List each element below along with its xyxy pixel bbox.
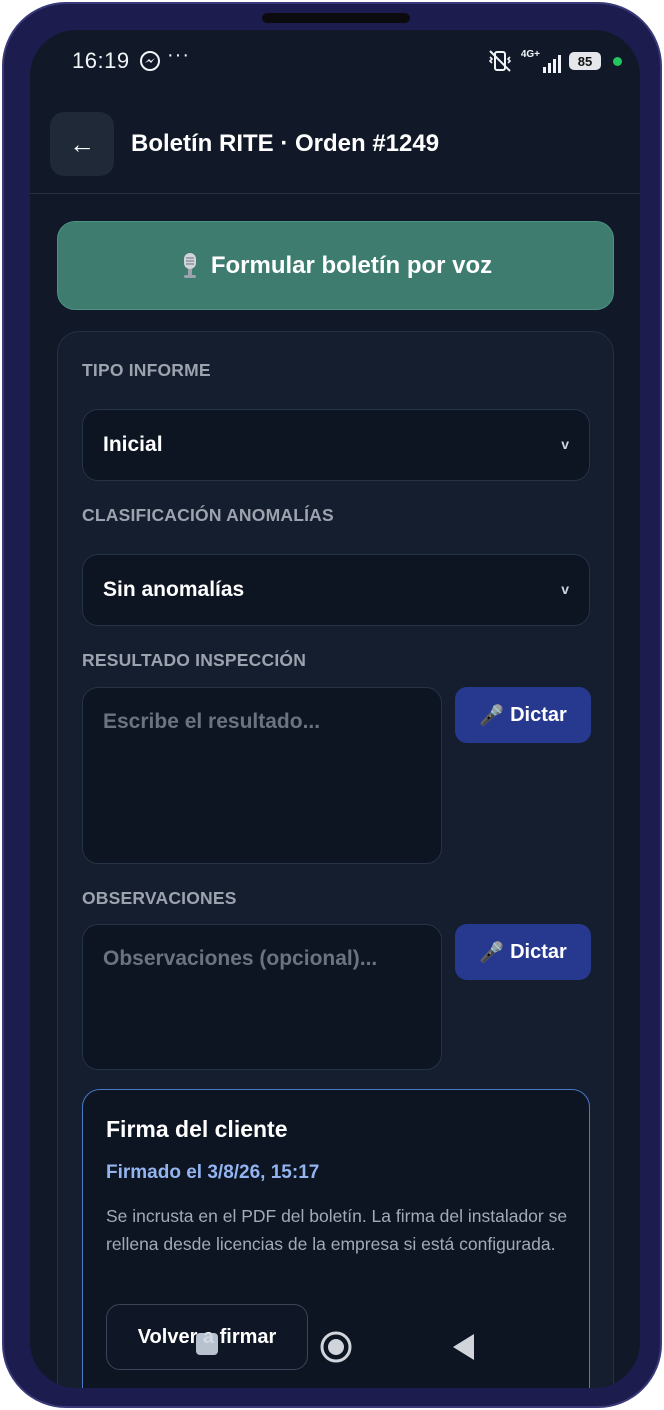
dictar-resultado-button[interactable]: 🎤 Dictar [455,687,591,743]
clasificacion-label: CLASIFICACIÓN ANOMALÍAS [82,505,334,525]
dictar-observaciones-button[interactable]: 🎤 Dictar [455,924,591,980]
battery-indicator: 85 [569,52,601,70]
signature-description: Se incrusta en el PDF del boletín. La fi… [106,1206,568,1254]
back-nav-icon[interactable] [450,1332,476,1362]
status-time: 16:19 [72,48,130,73]
studio-microphone-icon [183,252,196,278]
observaciones-placeholder: Observaciones (opcional)... [103,947,378,970]
signature-signed-date: Firmado el 3/8/26, 15:17 [106,1162,320,1183]
chevron-down-icon: v [561,581,569,597]
messenger-icon [140,51,160,71]
earpiece-speaker [262,13,410,23]
dictar-label: Dictar [510,940,567,963]
voice-formulate-button[interactable]: Formular boletín por voz [57,221,614,310]
recents-nav-icon[interactable] [196,1333,218,1355]
voice-button-label: Formular boletín por voz [210,251,493,279]
dictar-label: Dictar [510,703,567,726]
microphone-icon: 🎤 [479,704,505,727]
back-button[interactable]: ← [50,112,114,176]
report-form-card: TIPO INFORME Inicial v CLASIFICACIÓN ANO… [57,331,614,1388]
chevron-down-icon: v [561,436,569,452]
signature-title: Firma del cliente [106,1116,288,1142]
app-header: ← Boletín RITE · Orden #1249 [30,112,640,194]
page-title: Boletín RITE · Orden #1249 [131,130,440,157]
status-more-icon: ··· [167,44,190,66]
status-bar: 16:19 ··· 4G+ 85 [30,30,640,94]
privacy-indicator-dot [613,56,622,66]
tipo-informe-select[interactable]: Inicial v [82,409,590,481]
resultado-label: RESULTADO INSPECCIÓN [82,650,307,670]
status-right: 4G+ 85 [487,48,622,74]
tipo-informe-value: Inicial [103,433,163,456]
home-nav-icon[interactable] [319,1330,353,1364]
app-screen: 16:19 ··· 4G+ 85 ← Boletín RITE · Orden … [30,30,640,1388]
vibrate-off-icon [488,50,511,72]
clasificacion-value: Sin anomalías [103,578,245,601]
back-arrow-icon: ← [69,128,95,159]
tipo-informe-label: TIPO INFORME [82,360,211,380]
resultado-textarea[interactable]: Escribe el resultado... [82,687,442,864]
phone-frame: 16:19 ··· 4G+ 85 ← Boletín RITE · Orden … [2,2,662,1408]
microphone-icon: 🎤 [479,941,505,964]
observaciones-textarea[interactable]: Observaciones (opcional)... [82,924,442,1070]
signal-4g-icon: 4G+ [521,49,561,73]
resultado-placeholder: Escribe el resultado... [103,710,321,733]
observaciones-label: OBSERVACIONES [82,888,237,908]
clasificacion-select[interactable]: Sin anomalías v [82,554,590,626]
